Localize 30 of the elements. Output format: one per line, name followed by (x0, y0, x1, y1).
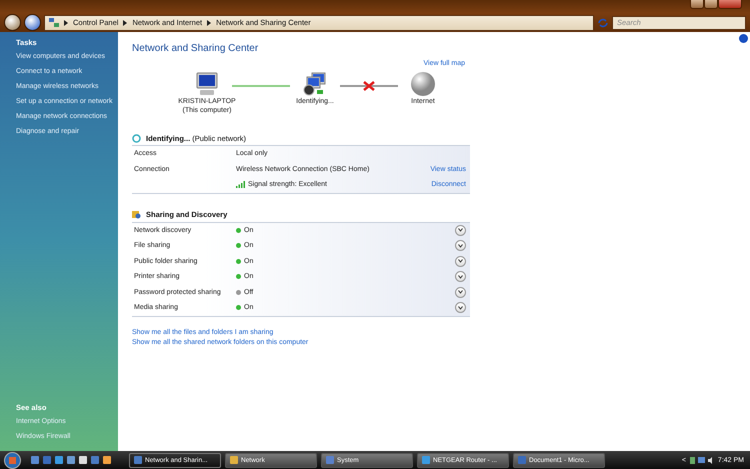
chevron-right-icon (207, 20, 212, 26)
expand-button[interactable] (455, 224, 466, 236)
expand-button[interactable] (455, 302, 466, 314)
network-icon (49, 18, 59, 27)
network-computers-icon (302, 71, 328, 97)
close-button[interactable] (718, 0, 742, 9)
minimize-button[interactable] (690, 0, 704, 9)
signal-icon (236, 181, 245, 188)
back-button[interactable] (4, 14, 21, 31)
maximize-button[interactable] (704, 0, 718, 9)
chevron-down-icon (458, 259, 463, 264)
chevron-down-icon (458, 290, 463, 294)
computer-icon (194, 71, 220, 97)
chevron-right-icon (64, 20, 68, 26)
chevron-down-icon (458, 228, 463, 232)
start-button[interactable] (4, 452, 21, 468)
tray-icons[interactable] (690, 456, 714, 464)
chevron-right-icon (123, 20, 128, 26)
busy-icon (132, 134, 141, 142)
chevron-down-icon (458, 274, 463, 279)
chevron-down-icon (458, 244, 463, 248)
forward-button[interactable] (24, 14, 41, 31)
chevron-down-icon (458, 306, 463, 310)
globe-icon (410, 71, 436, 97)
page-title: Network and Sharing Center (132, 43, 260, 54)
sharing-icon (132, 210, 141, 219)
expand-button[interactable] (455, 286, 466, 298)
expand-button[interactable] (455, 271, 466, 282)
expand-button[interactable] (455, 240, 466, 252)
expand-button[interactable] (455, 256, 466, 267)
